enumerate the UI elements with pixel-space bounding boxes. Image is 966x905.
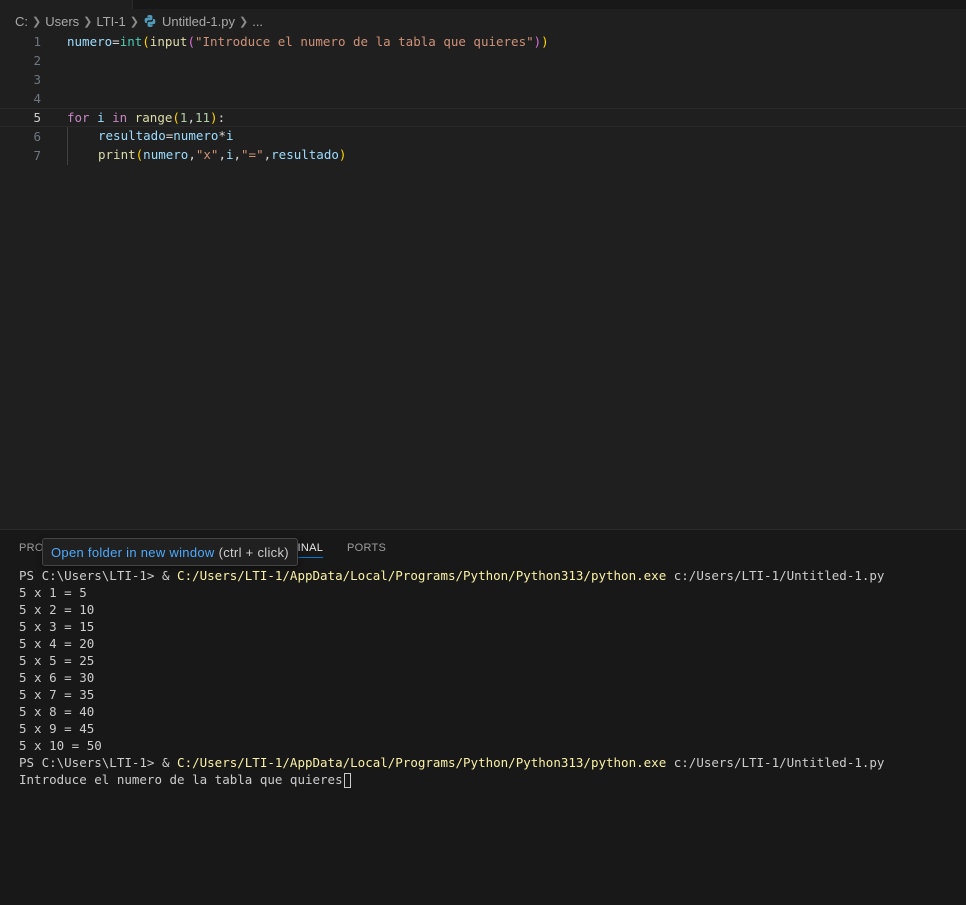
token: numero [67, 34, 113, 49]
token: ) [541, 34, 549, 49]
line-number: 3 [33, 72, 41, 87]
chevron-right-icon: ❯ [32, 15, 42, 28]
token: numero [143, 147, 189, 162]
token: i [89, 110, 113, 125]
token: "x" [195, 147, 219, 162]
chevron-right-icon: ❯ [83, 15, 93, 28]
breadcrumb-more[interactable]: ... [252, 14, 263, 29]
token: ) [210, 110, 218, 125]
token: for [67, 110, 90, 125]
code-line[interactable]: 3 [0, 70, 966, 89]
chevron-right-icon: ❯ [129, 15, 139, 28]
terminal-line: 5 x 3 = 15 [19, 619, 95, 634]
vscode-window: C: ❯ Users ❯ LTI-1 ❯ Untitled-1.py ❯ ...… [0, 0, 966, 905]
line-number: 1 [33, 34, 41, 49]
code-text: resultado=numero*i [67, 127, 233, 146]
script-path[interactable]: c:/Users/LTI-1/Untitled-1.py [666, 568, 885, 583]
terminal-line: 5 x 2 = 10 [19, 602, 95, 617]
editor-tab-strip [0, 0, 966, 9]
code-text: numero=int(input("Introduce el numero de… [67, 34, 549, 49]
code-line[interactable]: 4 [0, 89, 966, 108]
code-line[interactable]: 7 print(numero,"x",i,"=",resultado) [0, 146, 966, 165]
python-exe-path[interactable]: C:/Users/LTI-1/AppData/Local/Programs/Py… [177, 568, 666, 583]
terminal-prompt: PS C:\Users\LTI-1> & [19, 568, 178, 583]
token: ) [338, 147, 347, 162]
token: , [188, 147, 196, 162]
terminal-line: 5 x 8 = 40 [19, 704, 95, 719]
indent-guide [67, 146, 98, 165]
token: i [225, 128, 234, 143]
token: , [263, 147, 272, 162]
code-line[interactable]: 2 [0, 51, 966, 70]
token: input [149, 34, 188, 49]
breadcrumb-user[interactable]: LTI-1 [96, 14, 125, 29]
token: 11 [194, 110, 211, 125]
code-line-current[interactable]: 5 for i in range(1,11): [0, 108, 966, 127]
breadcrumb-users[interactable]: Users [45, 14, 79, 29]
token: resultado [98, 128, 166, 143]
tab-ports[interactable]: PORTS [347, 542, 386, 554]
token: ( [187, 34, 195, 49]
token: "=" [241, 147, 264, 162]
chevron-right-icon: ❯ [238, 15, 249, 28]
terminal-command-line: PS C:\Users\LTI-1> & C:/Users/LTI-1/AppD… [19, 754, 959, 771]
token: int [119, 34, 143, 49]
terminal-line: 5 x 4 = 20 [19, 636, 95, 651]
breadcrumb-file[interactable]: Untitled-1.py [162, 14, 235, 29]
code-text: print(numero,"x",i,"=",resultado) [67, 146, 346, 165]
token: "Introduce el numero de la tabla que qui… [194, 34, 534, 49]
terminal-line: 5 x 5 = 25 [19, 653, 95, 668]
code-editor[interactable]: 1 numero=int(input("Introduce el numero … [0, 32, 966, 529]
line-number: 5 [33, 110, 41, 125]
line-number: 7 [33, 148, 41, 163]
token: , [233, 147, 242, 162]
terminal-cursor [343, 773, 351, 788]
token: , [218, 147, 226, 162]
bottom-panel: PROI MINAL PORTS Open folder in new wind… [0, 529, 966, 905]
code-text: for i in range(1,11): [67, 110, 225, 125]
indent-guide [67, 127, 98, 146]
python-icon [143, 14, 157, 28]
code-line[interactable]: 1 numero=int(input("Introduce el numero … [0, 32, 966, 51]
token: numero [173, 128, 219, 143]
line-number: 6 [33, 129, 41, 144]
token: , [187, 110, 195, 125]
token: in [112, 110, 128, 125]
token: print [98, 147, 136, 162]
python-exe-path[interactable]: C:/Users/LTI-1/AppData/Local/Programs/Py… [177, 755, 666, 770]
terminal-input-line[interactable]: Introduce el numero de la tabla que quie… [19, 771, 959, 788]
token: * [218, 128, 226, 143]
token: i [225, 147, 234, 162]
input-prompt: Introduce el numero de la tabla que quie… [19, 772, 343, 787]
panel-tabs: PROI MINAL PORTS Open folder in new wind… [0, 530, 966, 567]
terminal-output[interactable]: PS C:\Users\LTI-1> & C:/Users/LTI-1/AppD… [19, 567, 959, 788]
hover-tooltip: Open folder in new window (ctrl + click) [42, 538, 298, 566]
open-folder-link[interactable]: Open folder in new window [51, 545, 215, 560]
token: ( [172, 110, 180, 125]
breadcrumb: C: ❯ Users ❯ LTI-1 ❯ Untitled-1.py ❯ ... [15, 11, 263, 31]
terminal-line: 5 x 10 = 50 [19, 738, 102, 753]
terminal-prompt: PS C:\Users\LTI-1> & [19, 755, 178, 770]
terminal-line: 5 x 6 = 30 [19, 670, 95, 685]
token: range [134, 110, 173, 125]
line-number: 4 [33, 91, 41, 106]
breadcrumb-drive[interactable]: C: [15, 14, 28, 29]
terminal-line: 5 x 9 = 45 [19, 721, 95, 736]
active-editor-tab[interactable] [0, 0, 133, 9]
token: resultado [271, 147, 339, 162]
code-line[interactable]: 6 resultado=numero*i [0, 127, 966, 146]
token: : [217, 110, 226, 125]
script-path[interactable]: c:/Users/LTI-1/Untitled-1.py [666, 755, 885, 770]
tooltip-hint: (ctrl + click) [218, 544, 289, 560]
line-number: 2 [33, 53, 41, 68]
terminal-line: 5 x 7 = 35 [19, 687, 95, 702]
terminal-command-line: PS C:\Users\LTI-1> & C:/Users/LTI-1/AppD… [19, 567, 959, 584]
terminal-line: 5 x 1 = 5 [19, 585, 87, 600]
token: ( [142, 34, 150, 49]
token: = [112, 34, 120, 49]
